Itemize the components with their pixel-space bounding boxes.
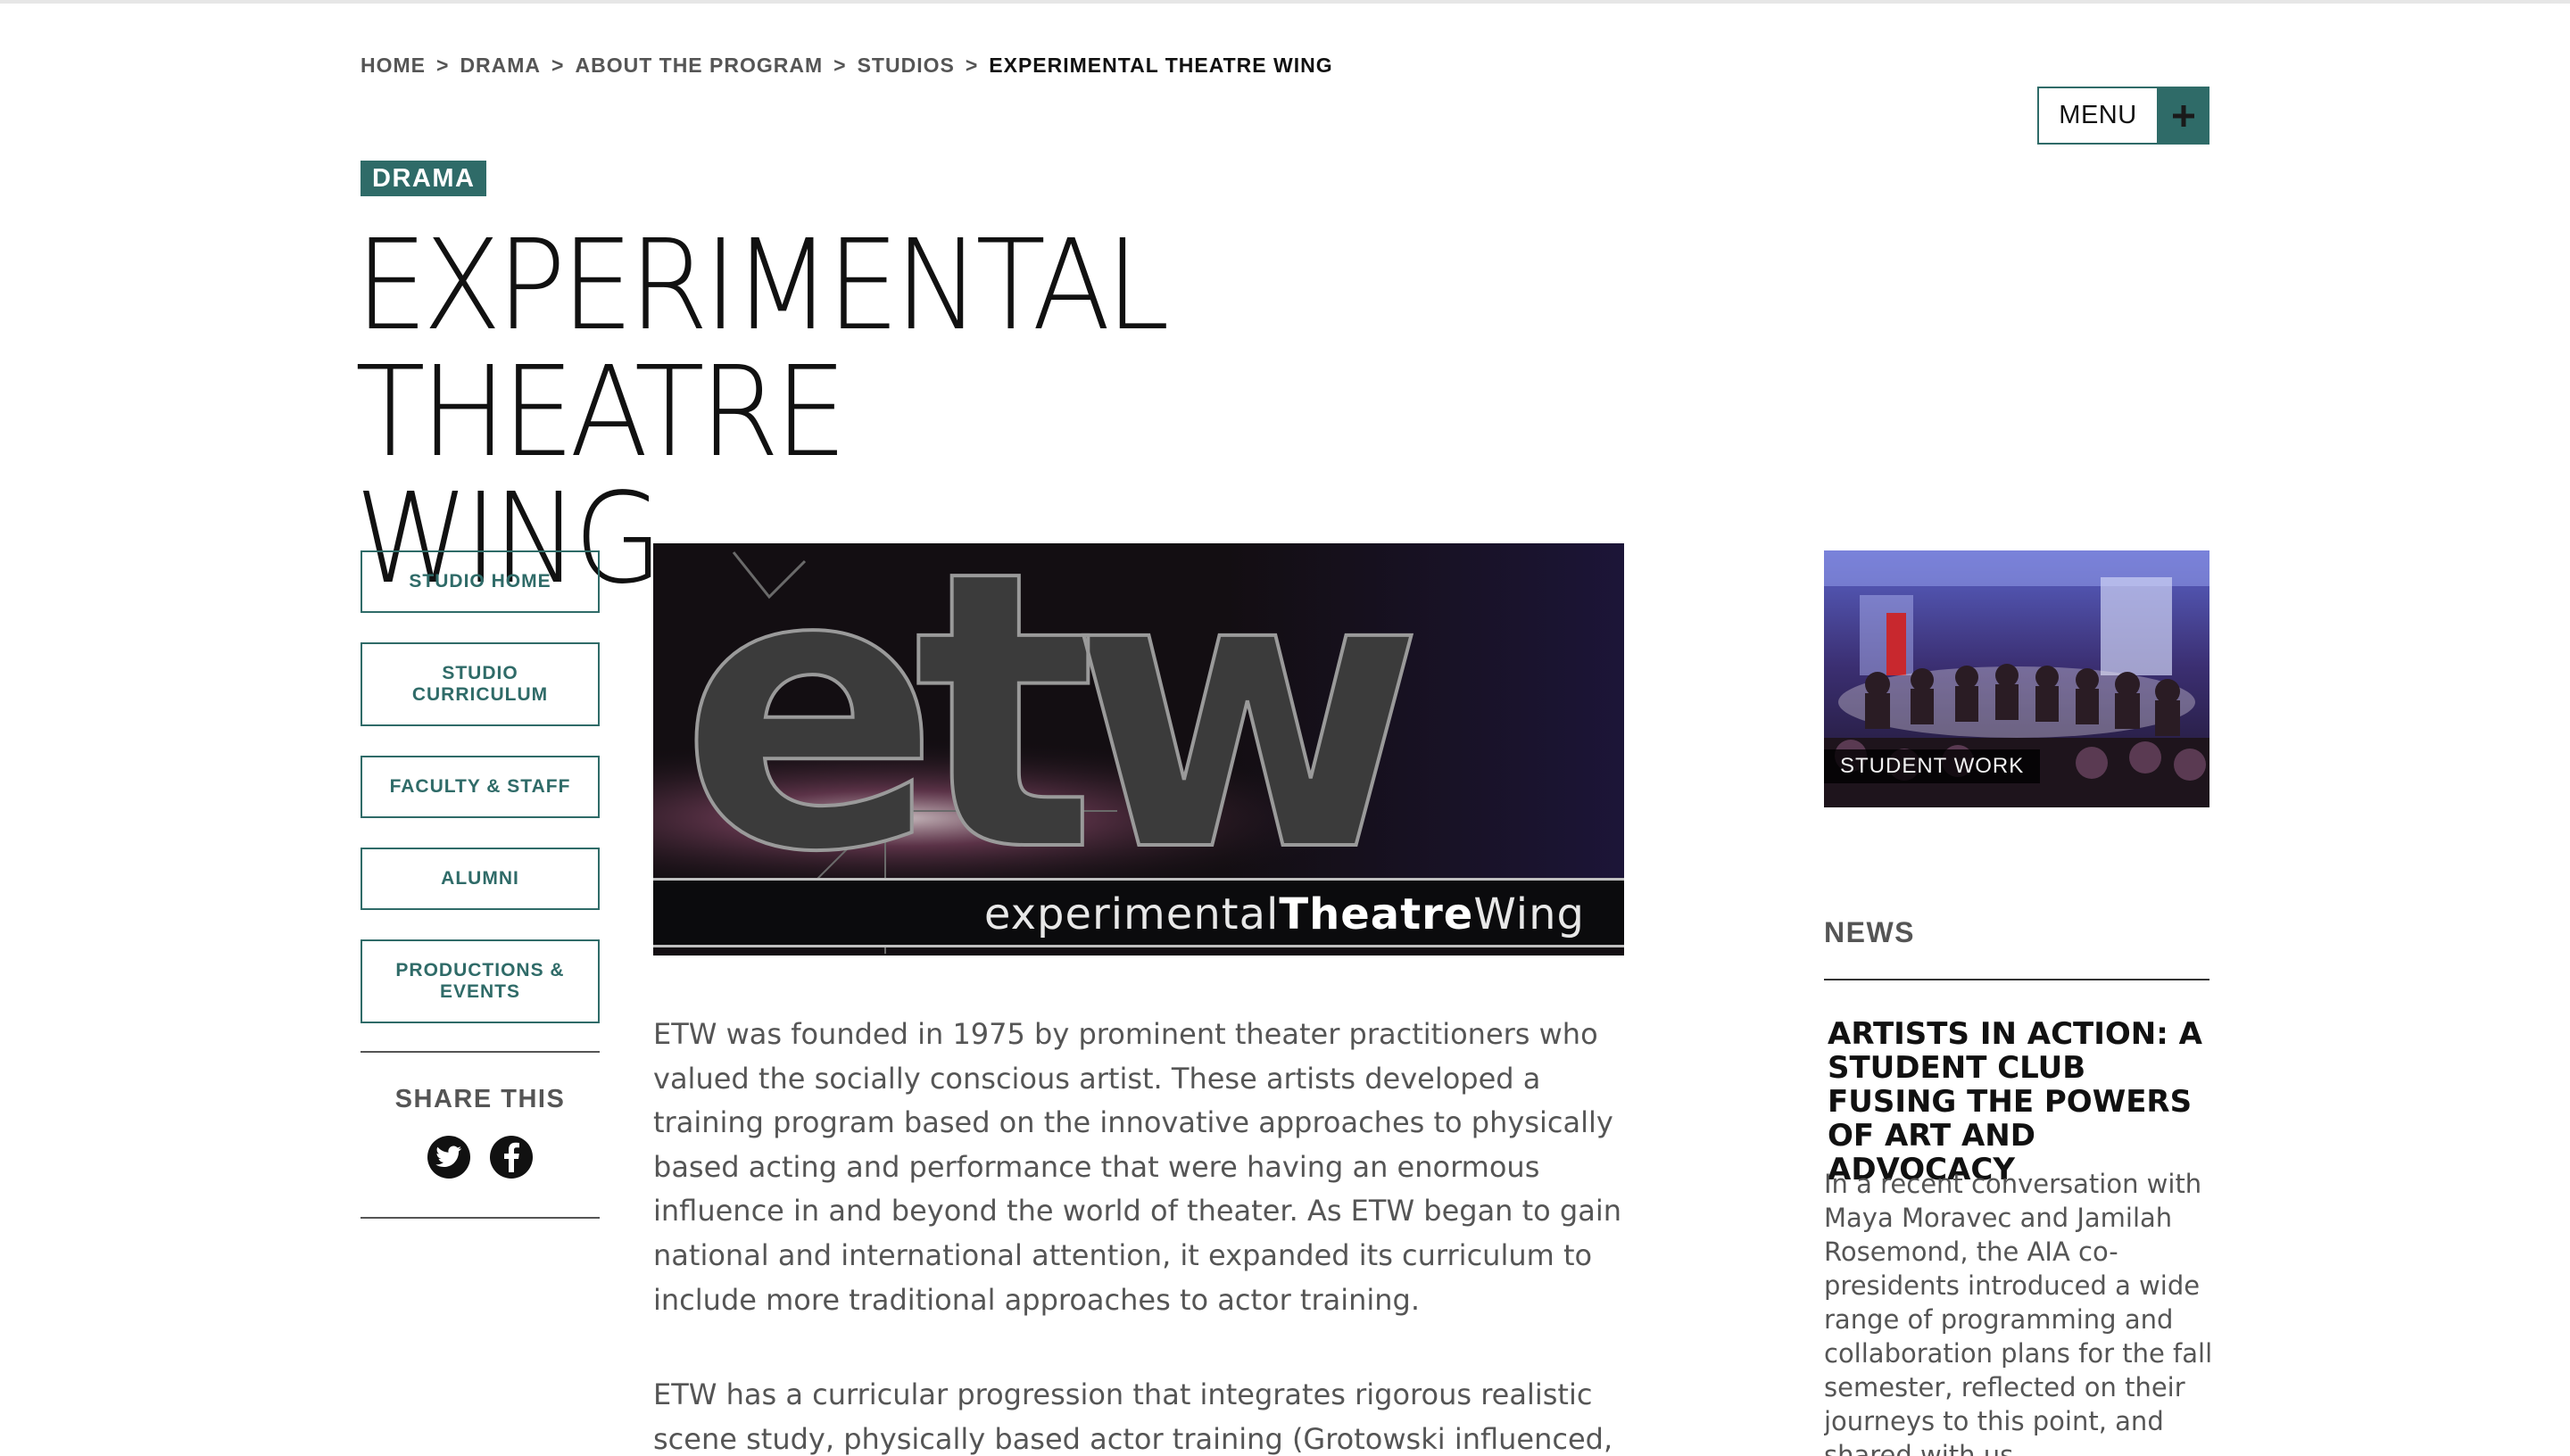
news-headline-link[interactable]: ARTISTS IN ACTION: A STUDENT CLUB FUSING… <box>1828 1017 2213 1187</box>
breadcrumb: HOME > DRAMA > ABOUT THE PROGRAM > STUDI… <box>361 54 1333 78</box>
hero-caption-part2: Theatre <box>1279 889 1474 939</box>
body-paragraph: ETW was founded in 1975 by prominent the… <box>653 1017 1622 1317</box>
breadcrumb-current: EXPERIMENTAL THEATRE WING <box>989 54 1333 77</box>
breadcrumb-separator: > <box>833 54 847 77</box>
department-tag[interactable]: DRAMA <box>361 161 487 196</box>
studio-sidebar-nav: STUDIO HOME STUDIO CURRICULUM FACULTY & … <box>361 550 600 1053</box>
menu-button[interactable]: MENU <box>2037 87 2209 145</box>
plus-icon <box>2157 87 2209 145</box>
main-content: ETW was founded in 1975 by prominent the… <box>653 1013 1630 1456</box>
breadcrumb-separator: > <box>551 54 565 77</box>
page-title-line1: EXPERIMENTAL THEATRE <box>355 213 1170 485</box>
sidebar-item-studio-home[interactable]: STUDIO HOME <box>361 550 600 613</box>
breadcrumb-separator: > <box>436 54 450 77</box>
breadcrumb-drama[interactable]: DRAMA <box>460 54 541 78</box>
share-title: SHARE THIS <box>394 1085 566 1113</box>
top-border <box>0 0 2570 4</box>
hero-image: etw experimentalTheatreWing <box>653 543 1624 956</box>
breadcrumb-home[interactable]: HOME <box>361 54 426 78</box>
news-heading: NEWS <box>1824 916 1915 948</box>
share-box: SHARE THIS <box>361 1051 600 1219</box>
sidebar-item-alumni[interactable]: ALUMNI <box>361 848 600 910</box>
breadcrumb-separator: > <box>965 54 979 77</box>
twitter-icon[interactable] <box>427 1136 470 1179</box>
hero-caption: experimentalTheatreWing <box>984 889 1585 939</box>
hero-caption-part3: Wing <box>1473 889 1585 939</box>
sidebar-item-faculty-staff[interactable]: FACULTY & STAFF <box>361 756 600 818</box>
share-icons <box>361 1136 600 1179</box>
facebook-icon[interactable] <box>490 1136 533 1179</box>
etw-logo: etw <box>678 543 1426 936</box>
breadcrumb-studios[interactable]: STUDIOS <box>858 54 955 78</box>
student-work-card[interactable]: STUDENT WORK <box>1824 550 2209 807</box>
student-work-label: STUDENT WORK <box>1824 749 2041 783</box>
breadcrumb-about-program[interactable]: ABOUT THE PROGRAM <box>575 54 823 78</box>
sidebar-item-studio-curriculum[interactable]: STUDIO CURRICULUM <box>361 642 600 726</box>
news-divider <box>1824 979 2209 980</box>
body-paragraph: ETW has a curricular progression that in… <box>653 1377 1613 1456</box>
news-excerpt: In a recent conversation with Maya Morav… <box>1824 1169 2213 1456</box>
hero-caption-part1: experimental <box>983 889 1280 939</box>
menu-label: MENU <box>2059 101 2137 129</box>
sidebar-item-productions-events[interactable]: PRODUCTIONS & EVENTS <box>361 939 600 1023</box>
